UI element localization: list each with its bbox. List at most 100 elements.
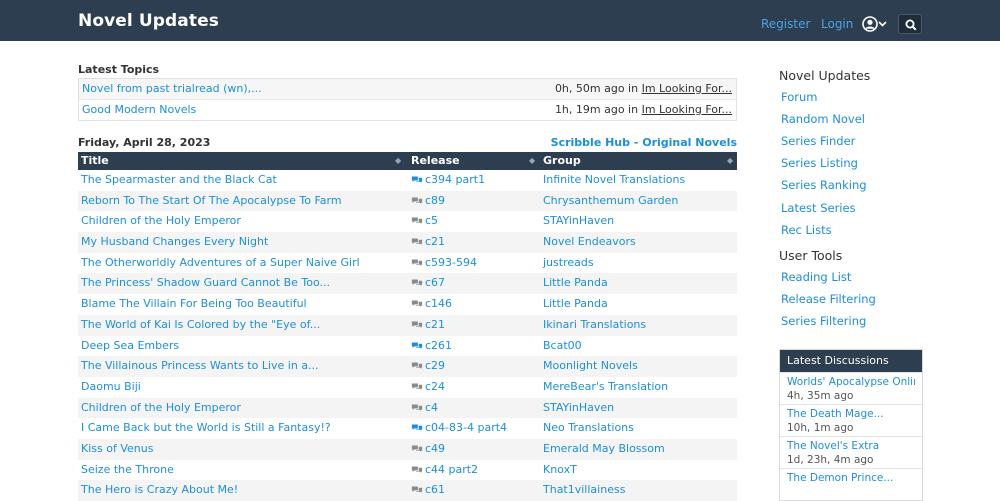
- sidebar-link-series-listing[interactable]: Series Listing: [781, 156, 858, 170]
- group-link[interactable]: MereBear's Translation: [543, 377, 668, 398]
- sidebar-link-random-novel[interactable]: Random Novel: [781, 112, 865, 126]
- release-link[interactable]: c89: [425, 194, 445, 207]
- release-cell[interactable]: c44 part2: [411, 460, 478, 481]
- discussion-title-link[interactable]: The Death Mage...: [787, 408, 915, 421]
- sponsor-link[interactable]: Scribble Hub - Original Novels: [551, 136, 737, 149]
- series-title-link[interactable]: Deep Sea Embers: [81, 336, 179, 357]
- series-title-link[interactable]: Reborn To The Start Of The Apocalypse To…: [81, 191, 342, 212]
- group-link[interactable]: Novel Endeavors: [543, 232, 636, 253]
- group-link[interactable]: STAYinHaven: [543, 398, 614, 419]
- top-navbar: Novel Updates Register Login: [0, 0, 1000, 41]
- discussion-title-link[interactable]: The Novel's Extra: [787, 440, 915, 453]
- group-link[interactable]: Neo Translations: [543, 418, 634, 439]
- release-cell[interactable]: c593-594: [411, 253, 477, 274]
- register-link[interactable]: Register: [761, 17, 810, 31]
- table-row: My Husband Changes Every Night c21 Novel E…: [78, 232, 737, 253]
- topic-title-link[interactable]: Novel from past trialread (wn),...: [82, 79, 262, 99]
- release-link[interactable]: c593-594: [425, 256, 477, 269]
- sidebar-link-release-filtering[interactable]: Release Filtering: [781, 292, 876, 306]
- sidebar-link-rec-lists[interactable]: Rec Lists: [781, 223, 832, 237]
- group-link[interactable]: Emerald May Blossom: [543, 439, 665, 460]
- release-link[interactable]: c21: [425, 318, 445, 331]
- series-title-link[interactable]: Children of the Holy Emperor: [81, 211, 241, 232]
- release-cell[interactable]: c04-83-4 part4: [411, 418, 507, 439]
- group-link[interactable]: Little Panda: [543, 273, 608, 294]
- sort-icon[interactable]: ◆: [529, 152, 535, 170]
- series-title-link[interactable]: The World of Kai Is Colored by the "Eye …: [81, 315, 320, 336]
- discussion-title-link[interactable]: The Demon Prince...: [787, 472, 915, 485]
- table-header: Title ◆ Release ◆ Group ◆: [78, 152, 737, 170]
- release-cell[interactable]: c5: [411, 211, 438, 232]
- topic-forum-link[interactable]: Im Looking For...: [642, 82, 732, 95]
- sidebar-link-latest-series[interactable]: Latest Series: [781, 201, 856, 215]
- group-link[interactable]: justreads: [543, 253, 594, 274]
- release-link[interactable]: c394 part1: [425, 173, 485, 186]
- sort-icon[interactable]: ◆: [727, 152, 733, 170]
- topic-forum-link[interactable]: Im Looking For...: [642, 103, 732, 116]
- column-header-group[interactable]: Group: [543, 152, 581, 170]
- series-title-link[interactable]: The Hero is Crazy About Me!: [81, 480, 238, 501]
- column-header-release[interactable]: Release: [411, 152, 460, 170]
- group-link[interactable]: That1villainess: [543, 480, 625, 501]
- release-link[interactable]: c24: [425, 380, 445, 393]
- release-cell[interactable]: c89: [411, 191, 445, 212]
- table-row: The Hero is Crazy About Me! c61 That1villa…: [78, 480, 737, 501]
- release-link[interactable]: c44 part2: [425, 463, 478, 476]
- release-link[interactable]: c21: [425, 235, 445, 248]
- release-cell[interactable]: c24: [411, 377, 445, 398]
- group-link[interactable]: Little Panda: [543, 294, 608, 315]
- sidebar-link-series-ranking[interactable]: Series Ranking: [781, 178, 867, 192]
- series-title-link[interactable]: The Princess' Shadow Guard Cannot Be Too…: [81, 273, 330, 294]
- group-link[interactable]: Infinite Novel Translations: [543, 170, 685, 191]
- release-link[interactable]: c5: [425, 214, 438, 227]
- release-link[interactable]: c67: [425, 276, 445, 289]
- topic-title-link[interactable]: Good Modern Novels: [82, 100, 196, 120]
- release-cell[interactable]: c21: [411, 315, 445, 336]
- release-cell[interactable]: c4: [411, 398, 438, 419]
- release-cell[interactable]: c21: [411, 232, 445, 253]
- site-logo-link[interactable]: Novel Updates: [78, 11, 219, 31]
- series-title-link[interactable]: Children of the Holy Emperor: [81, 398, 241, 419]
- release-cell[interactable]: c394 part1: [411, 170, 485, 191]
- search-button[interactable]: [898, 14, 922, 34]
- sort-icon[interactable]: ◆: [395, 152, 401, 170]
- release-link[interactable]: c29: [425, 359, 445, 372]
- group-link[interactable]: Bcat00: [543, 336, 582, 357]
- series-title-link[interactable]: Seize the Throne: [81, 460, 174, 481]
- column-header-title[interactable]: Title: [81, 152, 109, 170]
- topic-row: Novel from past trialread (wn),... 0h, 5…: [79, 79, 736, 99]
- discussion-title-link[interactable]: Worlds' Apocalypse Online: [787, 376, 915, 389]
- series-title-link[interactable]: The Otherworldly Adventures of a Super N…: [81, 253, 360, 274]
- series-title-link[interactable]: Kiss of Venus: [81, 439, 153, 460]
- release-cell[interactable]: c61: [411, 480, 445, 501]
- release-cell[interactable]: c49: [411, 439, 445, 460]
- series-title-link[interactable]: Daomu Biji: [81, 377, 141, 398]
- search-icon: [905, 19, 917, 31]
- release-cell[interactable]: c261: [411, 336, 452, 357]
- series-title-link[interactable]: My Husband Changes Every Night: [81, 232, 268, 253]
- sidebar-link-forum[interactable]: Forum: [781, 90, 817, 104]
- login-link[interactable]: Login: [821, 17, 853, 31]
- release-cell[interactable]: c67: [411, 273, 445, 294]
- group-link[interactable]: Moonlight Novels: [543, 356, 638, 377]
- sidebar-link-reading-list[interactable]: Reading List: [781, 270, 851, 284]
- group-link[interactable]: Ikinari Translations: [543, 315, 646, 336]
- group-link[interactable]: Chrysanthemum Garden: [543, 191, 678, 212]
- release-cell[interactable]: c29: [411, 356, 445, 377]
- group-link[interactable]: KnoxT: [543, 460, 577, 481]
- release-link[interactable]: c61: [425, 483, 445, 496]
- release-link[interactable]: c261: [425, 339, 452, 352]
- sidebar-link-series-filtering[interactable]: Series Filtering: [781, 314, 866, 328]
- sidebar-link-series-finder[interactable]: Series Finder: [781, 134, 855, 148]
- series-title-link[interactable]: The Villainous Princess Wants to Live in…: [81, 356, 319, 377]
- series-title-link[interactable]: Blame The Villain For Being Too Beautifu…: [81, 294, 307, 315]
- release-cell[interactable]: c146: [411, 294, 452, 315]
- release-link[interactable]: c04-83-4 part4: [425, 421, 507, 434]
- user-menu-dropdown[interactable]: [862, 16, 888, 32]
- group-link[interactable]: STAYinHaven: [543, 211, 614, 232]
- series-title-link[interactable]: The Spearmaster and the Black Cat: [81, 170, 277, 191]
- release-link[interactable]: c4: [425, 401, 438, 414]
- series-title-link[interactable]: I Came Back but the World is Still a Fan…: [81, 418, 331, 439]
- release-link[interactable]: c49: [425, 442, 445, 455]
- release-link[interactable]: c146: [425, 297, 452, 310]
